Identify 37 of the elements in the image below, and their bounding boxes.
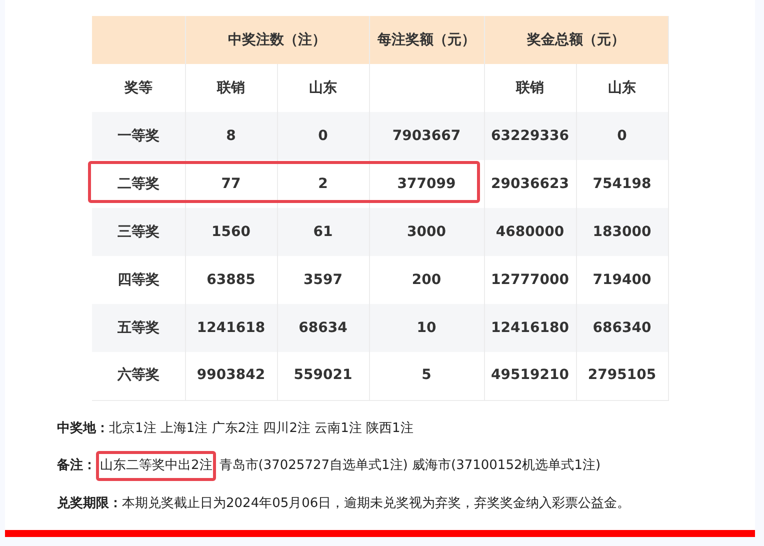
table-cell: 68634 (277, 304, 369, 352)
table-cell: 1560 (185, 208, 277, 256)
column-group-header: 每注奖额（元） (369, 16, 484, 64)
table-cell: 7903667 (369, 112, 484, 160)
table-cell: 五等奖 (92, 304, 185, 352)
table-cell: 0 (576, 112, 668, 160)
highlighted-note-text: 山东二等奖中出2注 (96, 451, 216, 480)
table-cell: 5 (369, 352, 484, 400)
table-cell: 六等奖 (92, 352, 185, 400)
column-header: 奖等 (92, 64, 185, 112)
table-cell: 183000 (576, 208, 668, 256)
table-cell: 二等奖 (117, 176, 160, 192)
table-cell: 10 (369, 304, 484, 352)
column-group-header: 奖金总额（元） (484, 16, 668, 64)
note-label: 备注： (57, 456, 96, 475)
note-label: 兑奖期限： (57, 494, 122, 512)
table-cell: 4680000 (484, 208, 576, 256)
table-cell: 四等奖 (92, 256, 185, 304)
note-label: 中奖地： (57, 420, 109, 438)
table-cell: 686340 (576, 304, 668, 352)
table-cell: 9903842 (185, 352, 277, 400)
table-cell: 2795105 (576, 352, 668, 400)
note-text: 青岛市(37025727自选单式1注) 威海市(37100152机选单式1注) (219, 457, 601, 475)
table-cell: 49519210 (484, 352, 576, 400)
table-cell: 0 (277, 112, 369, 160)
note-text: 北京1注 上海1注 广东2注 四川2注 云南1注 陕西1注 (109, 420, 414, 438)
table-cell: 559021 (277, 352, 369, 400)
table-cell: 63229336 (484, 112, 576, 160)
column-group-header: 中奖注数（注） (185, 16, 369, 64)
table-cell: 三等奖 (92, 208, 185, 256)
table-cell: 12416180 (484, 304, 576, 352)
table-cell: 61 (277, 208, 369, 256)
table-cell: 3000 (369, 208, 484, 256)
table-cell: 一等奖 (92, 112, 185, 160)
table-cell: 8 (185, 112, 277, 160)
table-cell: 1241618 (185, 304, 277, 352)
note-text: 本期兑奖截止日为2024年05月06日，逾期未兑奖视为弃奖，弃奖奖金纳入彩票公益金。 (122, 494, 630, 512)
